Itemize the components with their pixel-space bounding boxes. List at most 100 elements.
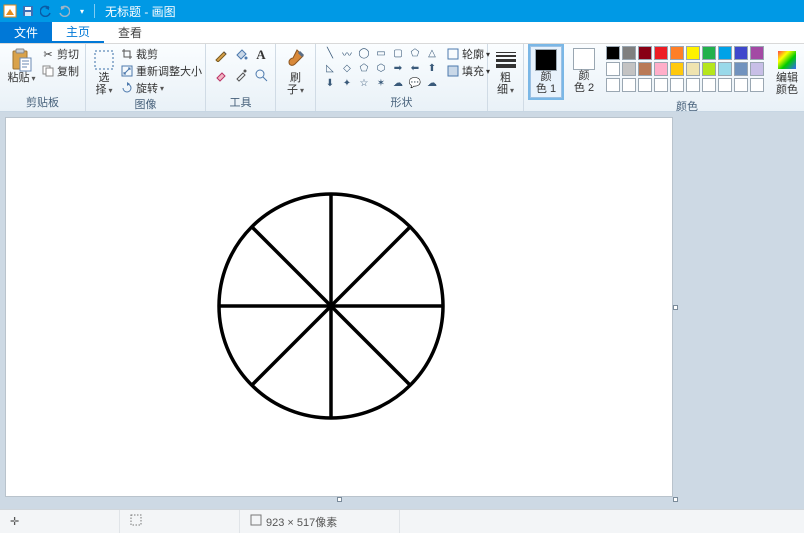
resize-handle-corner[interactable] [673, 497, 678, 502]
color-swatch[interactable] [622, 46, 636, 60]
resize-handle-bottom[interactable] [337, 497, 342, 502]
group-shapes: ╲ 〰 ◯ ▭ ▢ ⬠ △ ◺ ◇ ⬠ ⬡ ➡ ⬅ ⬆ ⬇ ✦ ☆ ✶ ☁ 💬 [316, 44, 488, 111]
crop-button[interactable]: 裁剪 [120, 46, 202, 62]
shape-uarrow[interactable]: ⬆ [424, 61, 440, 75]
shape-darrow[interactable]: ⬇ [322, 76, 338, 90]
color-swatch[interactable] [654, 78, 668, 92]
color-swatch[interactable] [702, 46, 716, 60]
tool-magnifier[interactable] [252, 66, 270, 84]
shape-triangle[interactable]: △ [424, 46, 440, 60]
shape-5star[interactable]: ☆ [356, 76, 372, 90]
shape-rarrow[interactable]: ➡ [390, 61, 406, 75]
color-swatch[interactable] [702, 62, 716, 76]
tool-text[interactable]: A [252, 46, 270, 64]
shape-4star[interactable]: ✦ [339, 76, 355, 90]
shape-curve[interactable]: 〰 [339, 46, 355, 60]
color-swatch[interactable] [750, 46, 764, 60]
color-swatch[interactable] [670, 78, 684, 92]
tab-file[interactable]: 文件 [0, 22, 52, 43]
redo-icon[interactable] [56, 3, 72, 19]
shape-righttri[interactable]: ◺ [322, 61, 338, 75]
color1-button[interactable]: 颜 色 1 [530, 46, 562, 98]
undo-icon[interactable] [38, 3, 54, 19]
paste-button[interactable]: 粘贴 [6, 46, 37, 85]
resize-button[interactable]: 重新调整大小 [120, 63, 202, 79]
window-title: 无标题 - 画图 [105, 3, 176, 20]
save-icon[interactable] [20, 3, 36, 19]
qat-dropdown-icon[interactable]: ▾ [74, 3, 90, 19]
color-swatch[interactable] [734, 46, 748, 60]
color-swatch[interactable] [702, 78, 716, 92]
shape-cloudcallout[interactable]: ☁ [424, 76, 440, 90]
color-swatch[interactable] [622, 78, 636, 92]
shape-rect[interactable]: ▭ [373, 46, 389, 60]
shape-polygon[interactable]: ⬠ [407, 46, 423, 60]
tool-pencil[interactable] [212, 46, 230, 64]
group-size: 粗 细 [488, 44, 524, 111]
color-swatch[interactable] [686, 62, 700, 76]
rotate-icon [120, 81, 134, 95]
color-swatch[interactable] [718, 46, 732, 60]
select-button[interactable]: 选 择 [92, 46, 116, 96]
brushes-button[interactable]: 刷 子 [282, 46, 309, 96]
shape-hexagon[interactable]: ⬡ [373, 61, 389, 75]
shape-ovalcallout[interactable]: 💬 [407, 76, 423, 90]
cursor-pos-icon: ✛ [10, 515, 19, 528]
resize-handle-right[interactable] [673, 305, 678, 310]
color-swatch[interactable] [606, 46, 620, 60]
shape-6star[interactable]: ✶ [373, 76, 389, 90]
rotate-button[interactable]: 旋转 ▾ [120, 80, 202, 96]
color-swatch[interactable] [638, 78, 652, 92]
outline-button[interactable]: 轮廓▾ [446, 46, 490, 62]
cut-label: 剪切 [57, 46, 79, 62]
ribbon-tabs: 文件 主页 查看 [0, 22, 804, 44]
canvas[interactable] [6, 118, 672, 496]
color-swatch[interactable] [606, 62, 620, 76]
group-brushes-label [282, 110, 309, 111]
fill-button[interactable]: 填充▾ [446, 63, 490, 79]
shape-roundcallout[interactable]: ☁ [390, 76, 406, 90]
color2-button[interactable]: 颜 色 2 [568, 46, 600, 94]
color-swatch[interactable] [606, 78, 620, 92]
tool-fill[interactable] [232, 46, 250, 64]
tool-eraser[interactable] [212, 66, 230, 84]
color-swatch[interactable] [718, 78, 732, 92]
group-tools: A 工具 [206, 44, 276, 111]
rotate-label: 旋转 [136, 80, 158, 96]
color-swatch[interactable] [686, 46, 700, 60]
resize-icon [120, 64, 134, 78]
size-button[interactable]: 粗 细 [494, 46, 518, 96]
shape-roundrect[interactable]: ▢ [390, 46, 406, 60]
workspace[interactable] [0, 112, 804, 509]
color-swatch[interactable] [750, 78, 764, 92]
shape-diamond[interactable]: ◇ [339, 61, 355, 75]
group-brushes: 刷 子 [276, 44, 316, 111]
edit-colors-button[interactable]: 编辑 颜色 [770, 46, 804, 96]
shapes-gallery[interactable]: ╲ 〰 ◯ ▭ ▢ ⬠ △ ◺ ◇ ⬠ ⬡ ➡ ⬅ ⬆ ⬇ ✦ ☆ ✶ ☁ 💬 [322, 46, 440, 90]
color-swatch[interactable] [654, 46, 668, 60]
shape-larrow[interactable]: ⬅ [407, 61, 423, 75]
color-swatch[interactable] [670, 62, 684, 76]
paste-icon [10, 48, 34, 72]
color-swatch[interactable] [622, 62, 636, 76]
tab-view[interactable]: 查看 [104, 22, 156, 43]
tool-picker[interactable] [232, 66, 250, 84]
color-swatch[interactable] [734, 62, 748, 76]
color-swatch[interactable] [654, 62, 668, 76]
color-swatch[interactable] [718, 62, 732, 76]
title-bar: ▾ 无标题 - 画图 [0, 0, 804, 22]
color-swatch[interactable] [670, 46, 684, 60]
color-swatch[interactable] [638, 62, 652, 76]
color-swatch[interactable] [734, 78, 748, 92]
tab-home[interactable]: 主页 [52, 22, 104, 43]
color-swatch[interactable] [686, 78, 700, 92]
color-swatch[interactable] [750, 62, 764, 76]
color-swatch[interactable] [638, 46, 652, 60]
status-bar: ✛ 923 × 517像素 [0, 509, 804, 533]
color-palette [606, 46, 764, 92]
shape-line[interactable]: ╲ [322, 46, 338, 60]
shape-oval[interactable]: ◯ [356, 46, 372, 60]
copy-button[interactable]: 复制 [41, 63, 79, 79]
cut-button[interactable]: ✂ 剪切 [41, 46, 79, 62]
shape-pentagon[interactable]: ⬠ [356, 61, 372, 75]
